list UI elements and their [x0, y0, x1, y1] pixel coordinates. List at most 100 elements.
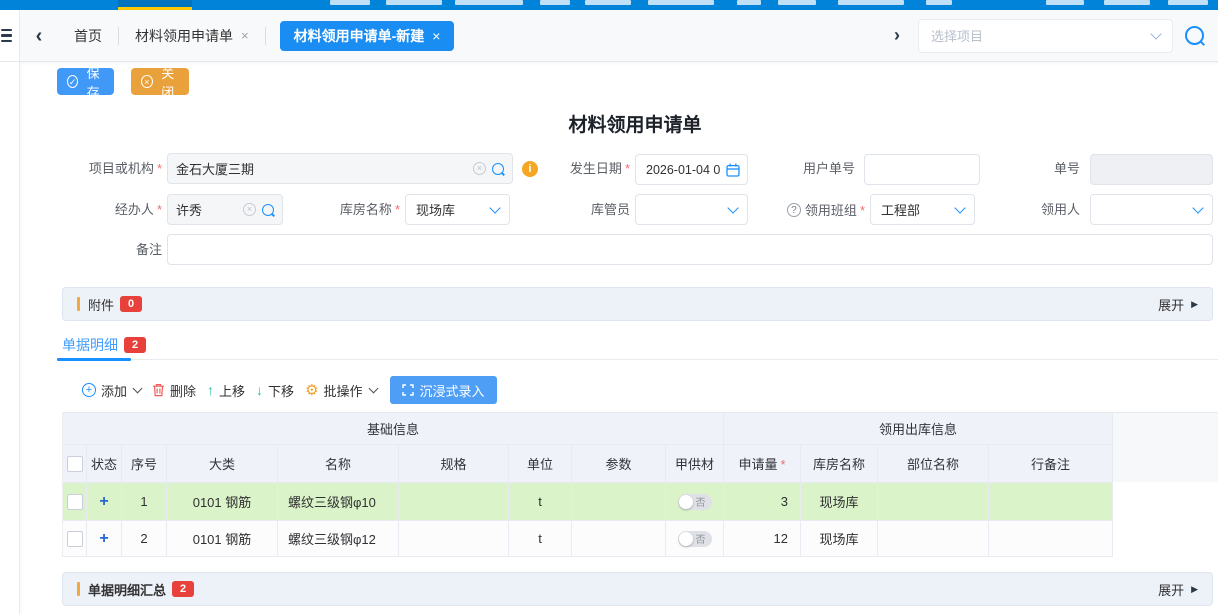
info-icon[interactable]: i: [522, 161, 538, 177]
project-select-placeholder: 选择项目: [931, 26, 1152, 45]
chevron-down-icon: [1150, 28, 1161, 39]
cell-category[interactable]: 0101 钢筋: [167, 521, 278, 557]
user-no-input[interactable]: [864, 154, 980, 185]
remark-label: 备注: [20, 234, 162, 265]
topbar-menu-item[interactable]: [330, 0, 370, 5]
collapsed-sidebar: [0, 62, 20, 614]
cell-part[interactable]: [878, 521, 989, 557]
clear-icon[interactable]: [473, 162, 486, 175]
move-up-button[interactable]: ↑ 上移: [207, 381, 245, 400]
header-param: 参数: [572, 445, 666, 483]
topbar-menu-item[interactable]: [1104, 0, 1150, 5]
cell-row-remark[interactable]: [989, 483, 1113, 521]
project-select[interactable]: 选择项目: [918, 19, 1173, 53]
batch-operation-button[interactable]: ⚙ 批操作: [305, 381, 376, 400]
select-all-checkbox[interactable]: [67, 456, 83, 472]
expand-label: 展开: [1158, 295, 1184, 314]
topbar-menu-item[interactable]: [1046, 0, 1084, 5]
move-down-button[interactable]: ↓ 下移: [256, 381, 294, 400]
add-label: 添加: [101, 381, 127, 400]
date-field[interactable]: 2026-01-04 0: [635, 154, 748, 185]
close-button[interactable]: 关闭: [131, 68, 189, 95]
tab-detail-lines[interactable]: 单据明细 2: [62, 331, 146, 359]
plus-circle-icon: [82, 383, 96, 397]
attachments-panel-header[interactable]: 附件 0 展开 ▶: [62, 287, 1213, 321]
expand-label: 展开: [1158, 580, 1184, 599]
add-row-button[interactable]: 添加: [82, 381, 141, 400]
add-line-icon[interactable]: +: [99, 532, 108, 546]
cell-part[interactable]: [878, 483, 989, 521]
header-checkbox-cell: [63, 445, 87, 483]
cell-spec[interactable]: [399, 521, 509, 557]
topbar-menu-item[interactable]: [386, 0, 442, 5]
row-checkbox[interactable]: [67, 531, 83, 547]
global-search-icon[interactable]: [1185, 26, 1204, 45]
project-label: 项目或机构: [20, 153, 162, 184]
delete-row-button[interactable]: 删除: [152, 381, 196, 400]
hamburger-menu-icon[interactable]: [0, 10, 20, 61]
cell-spec[interactable]: [399, 483, 509, 521]
topbar-menu-item[interactable]: [1168, 0, 1208, 5]
topbar-menu-item[interactable]: [455, 0, 523, 5]
tab-material-requisition-new-active[interactable]: 材料领用申请单-新建 ×: [280, 21, 455, 51]
cell-name[interactable]: 螺纹三级钢φ12: [278, 521, 399, 557]
cell-row-remark[interactable]: [989, 521, 1113, 557]
topbar-menu-item[interactable]: [585, 0, 631, 5]
triangle-right-icon: ▶: [1191, 584, 1198, 595]
cell-qty[interactable]: 12: [724, 521, 801, 557]
toggle-off[interactable]: 否: [678, 494, 712, 510]
tab-home[interactable]: 首页: [58, 26, 118, 46]
handler-field[interactable]: 许秀: [167, 194, 283, 225]
table-row[interactable]: + 1 0101 钢筋 螺纹三级钢φ10 t 否 3 现场库: [63, 483, 1113, 521]
close-icon[interactable]: ×: [432, 28, 440, 44]
chevron-down-icon: [489, 202, 500, 213]
search-icon[interactable]: [492, 163, 504, 175]
warehouse-select[interactable]: 现场库: [405, 194, 510, 225]
summary-label: 单据明细汇总: [88, 580, 166, 599]
topbar-menu-item[interactable]: [926, 0, 952, 5]
topbar-menu-item[interactable]: [838, 0, 904, 5]
cell-category[interactable]: 0101 钢筋: [167, 483, 278, 521]
project-field[interactable]: 金石大厦三期: [167, 153, 513, 184]
attachments-expand-button[interactable]: 展开 ▶: [1158, 295, 1198, 314]
topbar-menu-item[interactable]: [540, 0, 570, 5]
row-checkbox[interactable]: [67, 494, 83, 510]
save-button[interactable]: 保存: [57, 68, 114, 95]
toggle-off[interactable]: 否: [678, 531, 712, 547]
search-icon[interactable]: [262, 204, 274, 216]
team-label-group: 领用班组: [768, 194, 865, 225]
tabs-scroll-left-icon[interactable]: ‹: [20, 11, 58, 61]
clear-icon[interactable]: [243, 203, 256, 216]
cell-warehouse[interactable]: 现场库: [801, 521, 878, 557]
table-header-row: 状态 序号 大类 名称 规格 单位 参数 甲供材 申请量 库房名称 部位名称: [63, 445, 1113, 483]
cell-name[interactable]: 螺纹三级钢φ10: [278, 483, 399, 521]
remark-input[interactable]: [167, 234, 1213, 265]
topbar-active-menu-item[interactable]: [118, 0, 192, 10]
chevron-down-icon: [727, 202, 738, 213]
user-no-label: 用户单号: [765, 153, 855, 184]
cell-warehouse[interactable]: 现场库: [801, 483, 878, 521]
cell-param[interactable]: [572, 483, 666, 521]
topbar-menu-item[interactable]: [737, 0, 761, 5]
header-warehouse: 库房名称: [801, 445, 878, 483]
table-row[interactable]: + 2 0101 钢筋 螺纹三级钢φ12 t 否 12 现场库: [63, 521, 1113, 557]
topbar-menu-item[interactable]: [778, 0, 816, 5]
summary-expand-button[interactable]: 展开 ▶: [1158, 580, 1198, 599]
add-line-icon[interactable]: +: [99, 495, 108, 509]
cell-qty[interactable]: 3: [724, 483, 801, 521]
keeper-select[interactable]: [635, 194, 748, 225]
recipient-select[interactable]: [1090, 194, 1213, 225]
topbar-menu-item[interactable]: [648, 0, 714, 5]
doc-no-label: 单号: [990, 153, 1080, 184]
summary-panel-header[interactable]: 单据明细汇总 2 展开 ▶: [62, 572, 1213, 606]
tab-material-requisition-list[interactable]: 材料领用申请单 ×: [119, 26, 265, 46]
tab-bar: ‹ 首页 材料领用申请单 × 材料领用申请单-新建 × › 选择项目: [0, 10, 1218, 62]
keeper-label: 库管员: [540, 194, 630, 225]
question-circle-icon[interactable]: [787, 203, 801, 217]
immersive-entry-button[interactable]: 沉浸式录入: [390, 376, 497, 404]
active-tab-underline: [57, 358, 131, 361]
close-icon[interactable]: ×: [241, 28, 249, 43]
tabs-scroll-right-icon[interactable]: ›: [894, 25, 900, 46]
team-select[interactable]: 工程部: [870, 194, 975, 225]
cell-param[interactable]: [572, 521, 666, 557]
